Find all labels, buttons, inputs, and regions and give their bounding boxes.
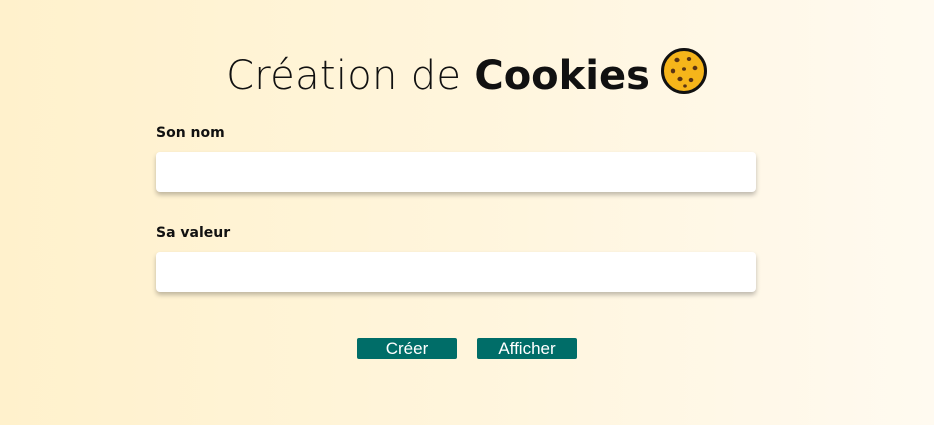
page-title: Création de Cookies <box>0 47 934 102</box>
value-group: Sa valeur <box>156 224 756 292</box>
value-label: Sa valeur <box>156 225 231 241</box>
show-button[interactable]: Afficher <box>477 338 577 359</box>
title-bold-text: Cookies <box>474 52 650 99</box>
value-input[interactable] <box>156 252 756 292</box>
name-label: Son nom <box>156 125 225 141</box>
title-light-text: Création de <box>226 52 475 99</box>
name-input[interactable] <box>156 152 756 192</box>
cookie-icon <box>660 47 708 95</box>
create-button[interactable]: Créer <box>357 338 457 359</box>
button-row: Créer Afficher <box>0 338 934 359</box>
name-group: Son nom <box>156 124 756 192</box>
cookie-form: Son nom Sa valeur <box>156 124 756 292</box>
